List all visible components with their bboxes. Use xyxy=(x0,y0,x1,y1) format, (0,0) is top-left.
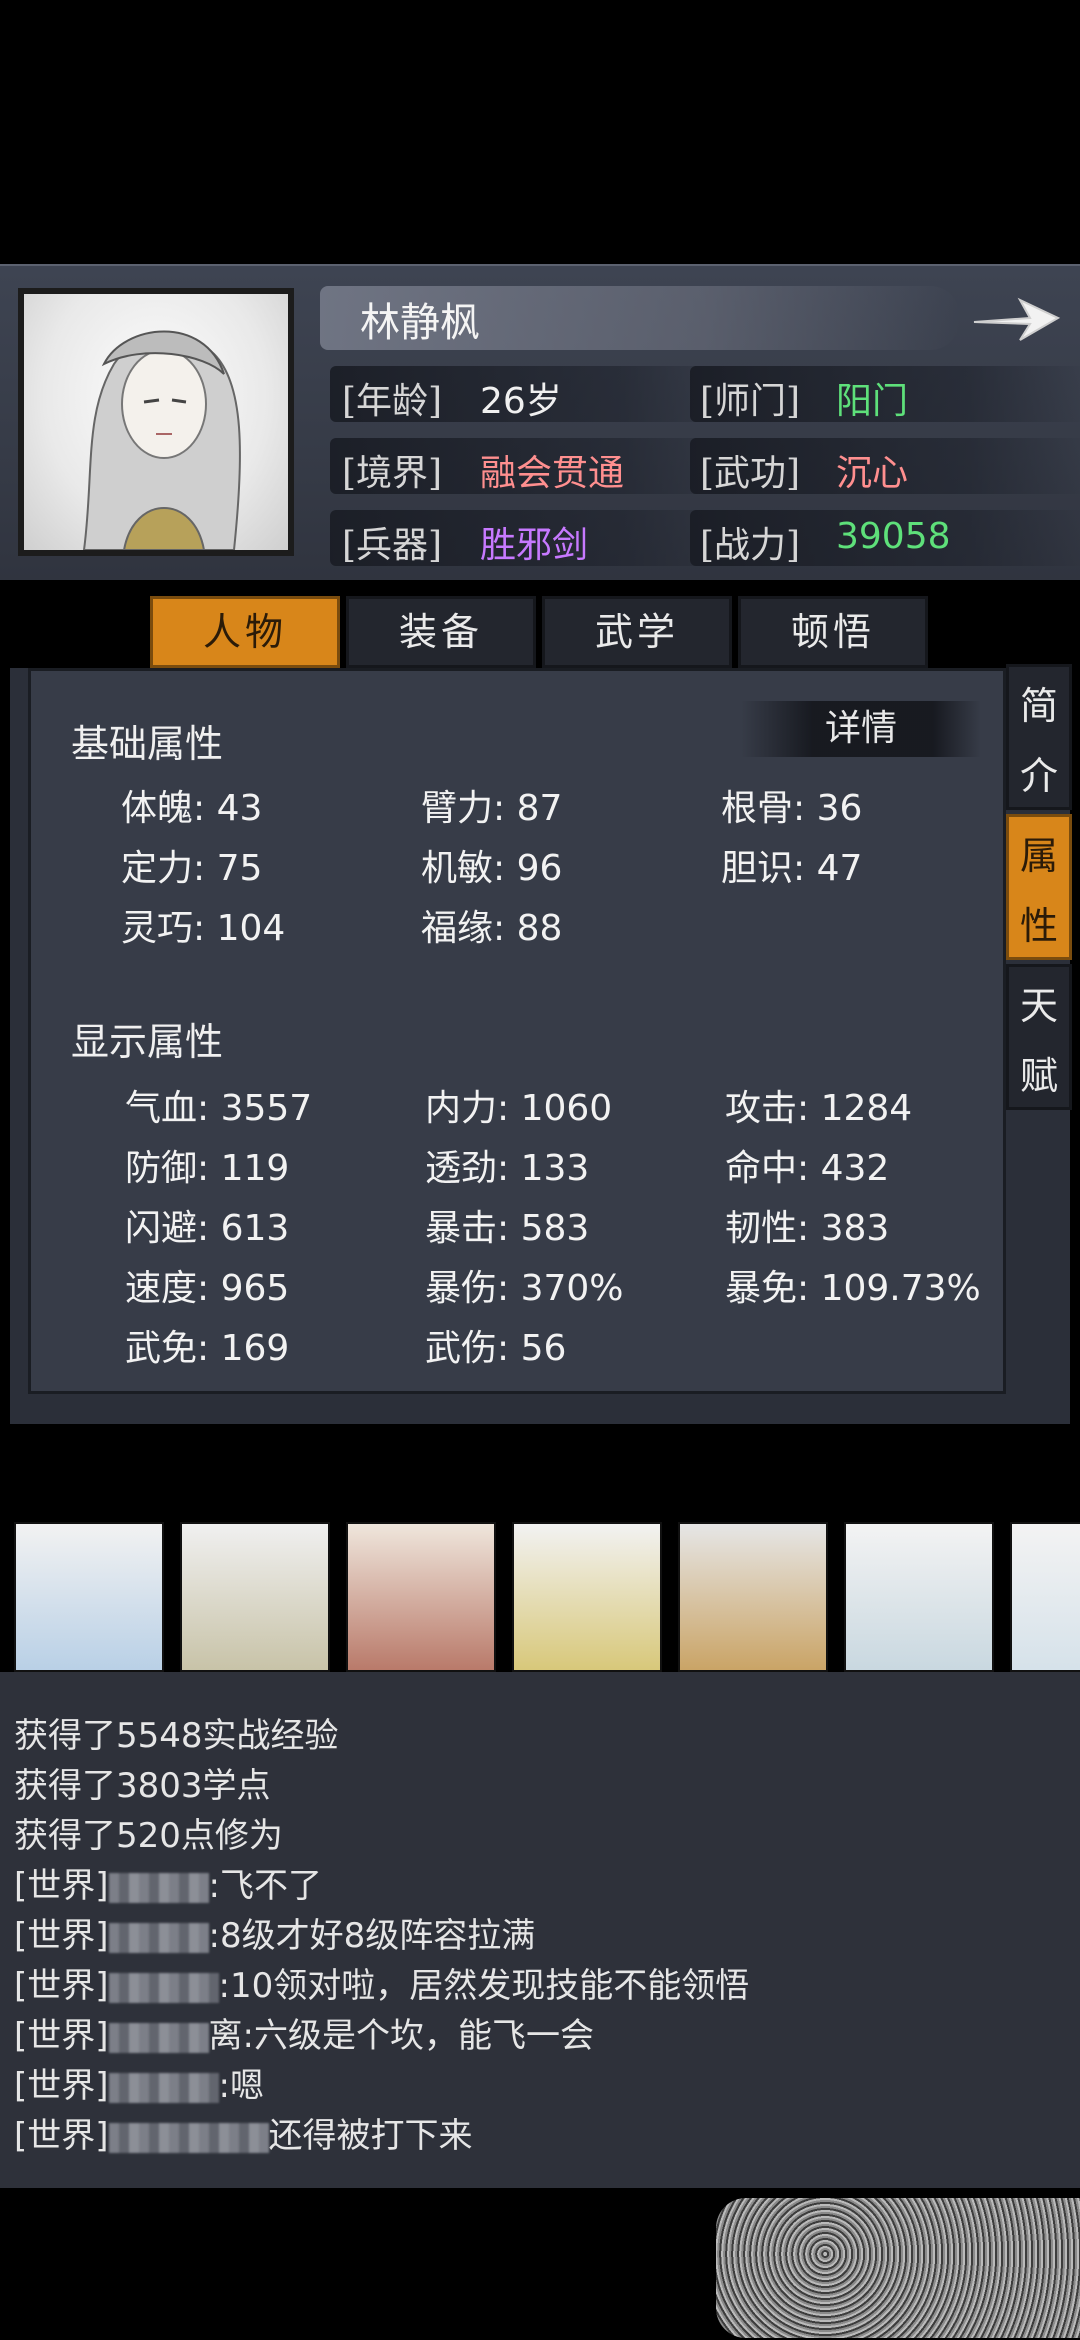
stat-hp: 气血: 3557 xyxy=(125,1088,313,1129)
team-member-avatar[interactable] xyxy=(678,1522,828,1672)
stat-defense: 防御: 119 xyxy=(125,1148,290,1189)
blurred-username xyxy=(108,1922,209,1953)
chat-line: 获得了3803学点 xyxy=(14,1766,271,1806)
side-tabs: 简介 属性 天赋 xyxy=(1006,664,1072,1110)
power-value: 39058 xyxy=(836,516,951,557)
display-attributes-title: 显示属性 xyxy=(71,1020,224,1064)
blurred-username xyxy=(108,1872,209,1903)
chat-line: [世界]:8级才好8级阵容拉满 xyxy=(14,1916,536,1956)
chat-line: [世界]:飞不了 xyxy=(14,1866,322,1906)
chat-line: [世界]:10领对啦，居然发现技能不能领悟 xyxy=(14,1966,750,2006)
stat-crit-resist: 暴免: 109.73% xyxy=(725,1268,981,1309)
age-label: [年龄] xyxy=(342,381,443,422)
stat-mp: 内力: 1060 xyxy=(425,1088,613,1129)
blurred-username xyxy=(108,2022,209,2053)
team-member-avatar[interactable] xyxy=(14,1522,164,1672)
info-row-age: [年龄] 26岁 [师门] 阳门 xyxy=(330,362,1080,422)
age-value: 26岁 xyxy=(480,381,562,422)
stat-fuyuan: 福缘: 88 xyxy=(421,908,563,949)
stat-martial-resist: 武免: 169 xyxy=(125,1328,290,1369)
tab-enlightenment[interactable]: 顿悟 xyxy=(738,596,928,668)
character-name: 林静枫 xyxy=(360,300,480,346)
team-member-avatar[interactable] xyxy=(512,1522,662,1672)
next-arrow-button[interactable] xyxy=(968,284,1064,352)
stat-dodge: 闪避: 613 xyxy=(125,1208,290,1249)
stat-martial-damage: 武伤: 56 xyxy=(425,1328,567,1369)
tab-martial-arts[interactable]: 武学 xyxy=(542,596,732,668)
realm-label: [境界] xyxy=(342,453,443,494)
stat-jimin: 机敏: 96 xyxy=(421,848,563,889)
side-tab-talent[interactable]: 天赋 xyxy=(1006,964,1072,1110)
character-portrait-frame xyxy=(18,288,294,556)
chat-line: [世界] 还得被打下来 xyxy=(14,2116,473,2156)
chat-line: 获得了5548实战经验 xyxy=(14,1716,339,1756)
blurred-username xyxy=(108,2122,269,2153)
skill-value: 沉心 xyxy=(836,453,909,494)
info-row-weapon: [兵器] 胜邪剑 [战力] 39058 xyxy=(330,506,1080,566)
weapon-value: 胜邪剑 xyxy=(480,525,589,566)
weapon-label: [兵器] xyxy=(342,525,443,566)
stat-crit-damage: 暴伤: 370% xyxy=(425,1268,624,1309)
detail-button[interactable]: 详情 xyxy=(741,701,981,757)
stat-speed: 速度: 965 xyxy=(125,1268,290,1309)
tab-equipment[interactable]: 装备 xyxy=(346,596,536,668)
power-label: [战力] xyxy=(700,525,801,566)
info-row-realm: [境界] 融会贯通 [武功] 沉心 xyxy=(330,434,1080,494)
stat-tipo: 体魄: 43 xyxy=(121,788,263,829)
stat-danshi: 胆识: 47 xyxy=(721,848,863,889)
stat-dingli: 定力: 75 xyxy=(121,848,263,889)
team-member-avatar[interactable] xyxy=(844,1522,994,1672)
stat-crit: 暴击: 583 xyxy=(425,1208,590,1249)
stat-gengu: 根骨: 36 xyxy=(721,788,863,829)
chat-line: 获得了520点修为 xyxy=(14,1816,283,1856)
arrow-right-icon xyxy=(973,297,1061,341)
skill-label: [武功] xyxy=(700,453,801,494)
sect-value: 阳门 xyxy=(836,381,909,422)
side-tab-intro[interactable]: 简介 xyxy=(1006,664,1072,810)
stat-toughness: 韧性: 383 xyxy=(725,1208,890,1249)
stat-penetration: 透劲: 133 xyxy=(425,1148,590,1189)
chat-line: [世界] 离:六级是个坎，能飞一会 xyxy=(14,2016,594,2056)
chat-log[interactable]: 获得了5548实战经验 获得了3803学点 获得了520点修为 [世界]:飞不了… xyxy=(0,1672,1080,2188)
realm-value: 融会贯通 xyxy=(480,453,625,494)
stat-bili: 臂力: 87 xyxy=(421,788,563,829)
main-panel: 基础属性 详情 体魄: 43 臂力: 87 根骨: 36 定力: 75 机敏: … xyxy=(10,664,1072,1424)
team-member-avatar[interactable] xyxy=(346,1522,496,1672)
sect-label: [师门] xyxy=(700,381,801,422)
basic-attributes-title: 基础属性 xyxy=(71,722,224,766)
chat-line: [世界]:嗯 xyxy=(14,2066,264,2106)
blurred-username xyxy=(108,1972,219,2003)
stat-hit: 命中: 432 xyxy=(725,1148,890,1189)
blurred-watermark xyxy=(716,2198,1080,2338)
character-header: 林静枫 [年龄] 26岁 [师门] 阳门 [境界] 融会贯通 [武功] 沉心 [… xyxy=(0,264,1080,580)
stat-lingqiao: 灵巧: 104 xyxy=(121,908,286,949)
main-tabs: 人物 装备 武学 顿悟 xyxy=(150,596,930,668)
team-member-avatar[interactable] xyxy=(1010,1522,1080,1672)
team-portrait-strip xyxy=(0,1506,1080,1676)
side-tab-attributes[interactable]: 属性 xyxy=(1006,814,1072,960)
stat-attack: 攻击: 1284 xyxy=(725,1088,913,1129)
attributes-panel: 基础属性 详情 体魄: 43 臂力: 87 根骨: 36 定力: 75 机敏: … xyxy=(28,668,1006,1394)
blurred-username xyxy=(108,2072,219,2103)
tab-character[interactable]: 人物 xyxy=(150,596,340,668)
bottom-bar xyxy=(0,2188,1080,2340)
team-member-avatar[interactable] xyxy=(180,1522,330,1672)
character-portrait xyxy=(24,294,288,550)
